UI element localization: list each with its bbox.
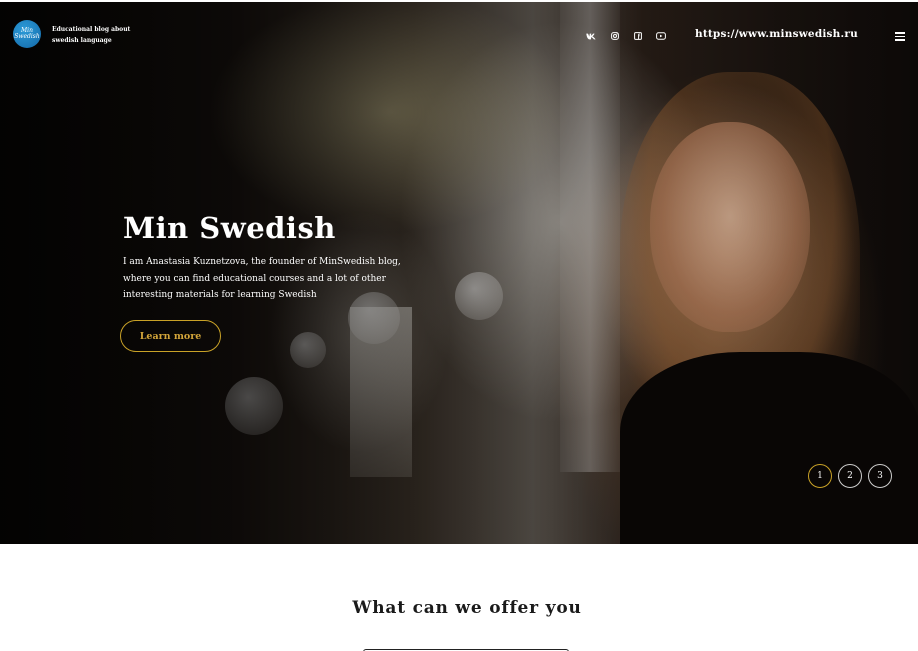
hero-content: Min Swedish I am Anastasia Kuznetzova, t… <box>123 210 413 304</box>
facebook-icon[interactable] <box>632 29 644 43</box>
site-tagline: Educational blog about swedish language <box>52 26 131 44</box>
learn-more-button[interactable]: Learn more <box>120 320 221 352</box>
offer-section-title: What can we offer you <box>352 598 582 618</box>
site-url-link[interactable]: https://www.minswedish.ru <box>695 28 858 40</box>
vk-icon[interactable] <box>585 29 597 43</box>
top-navigation: Min Swedish Educational blog about swedi… <box>0 2 918 66</box>
site-logo[interactable]: Min Swedish <box>13 20 41 48</box>
hero-description: I am Anastasia Kuznetzova, the founder o… <box>123 257 401 300</box>
hamburger-menu-icon[interactable] <box>895 32 905 41</box>
instagram-icon[interactable] <box>609 29 621 43</box>
youtube-icon[interactable] <box>654 29 667 43</box>
logo-text: Min Swedish <box>14 27 40 40</box>
slide-dot-2[interactable]: 2 <box>838 464 862 488</box>
slide-dot-3[interactable]: 3 <box>868 464 892 488</box>
slide-dot-1[interactable]: 1 <box>808 464 832 488</box>
hero-title: Min Swedish <box>123 211 336 245</box>
